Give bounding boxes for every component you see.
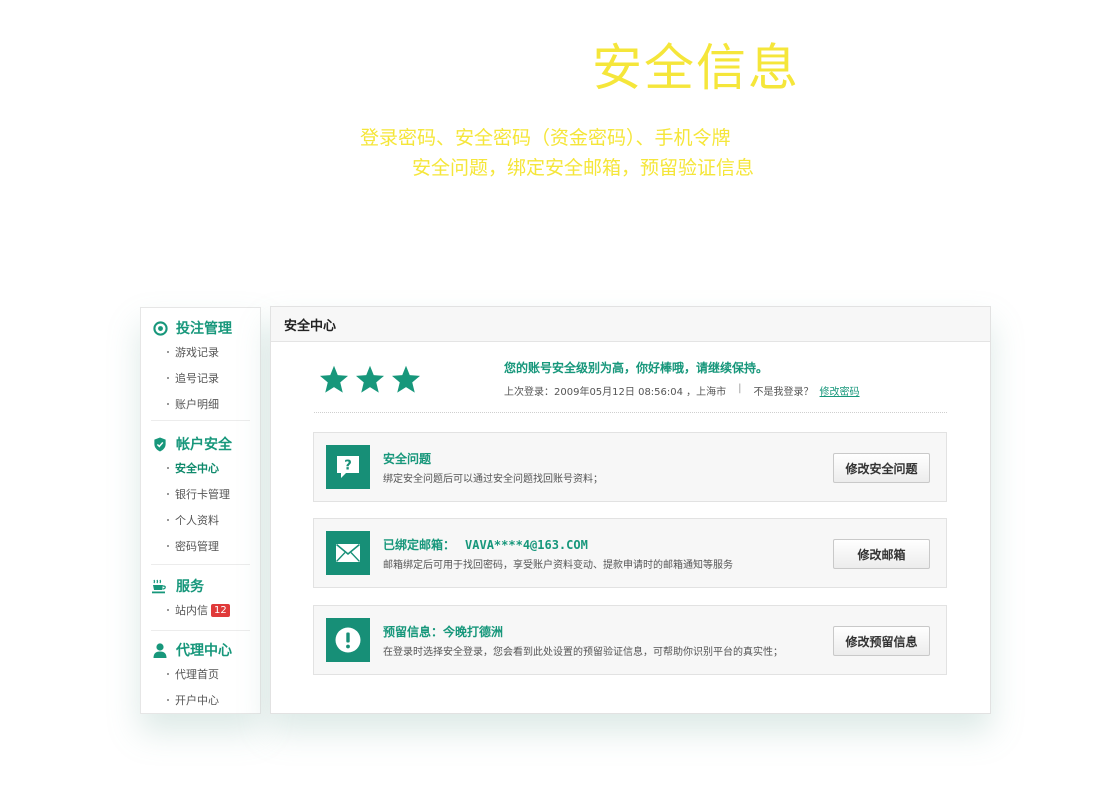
- sidebar-item-account-opening[interactable]: 开户中心: [141, 687, 260, 713]
- sidebar-item-label: 代理首页: [175, 668, 219, 681]
- card-description: 邮箱绑定后可用于找回密码，享受账户资料变动、提款申请时的邮箱通知等服务: [383, 560, 733, 571]
- sidebar-item-game-records[interactable]: 游戏记录: [141, 339, 260, 365]
- card-title: 安全问题: [383, 450, 431, 467]
- sidebar-item-label: 游戏记录: [175, 346, 219, 359]
- sidebar-group-title: 投注管理: [176, 321, 232, 337]
- sidebar-group-agent: 代理中心 代理首页 开户中心: [141, 639, 260, 713]
- sidebar-group-betting: 投注管理 游戏记录 追号记录 账户明细: [141, 317, 260, 417]
- user-icon: [152, 642, 168, 658]
- sidebar-item-messages[interactable]: 站内信 12: [141, 597, 260, 623]
- bullet-dot: [167, 493, 169, 495]
- bullet-dot: [167, 699, 169, 701]
- card-title-text: 预留信息：今晚打德洲: [383, 625, 504, 639]
- change-password-link[interactable]: 修改密码: [820, 383, 860, 398]
- bullet-dot: [167, 467, 169, 469]
- star-icon: [356, 365, 384, 393]
- sidebar-group-header[interactable]: 代理中心: [141, 639, 260, 661]
- sidebar-item-label: 银行卡管理: [175, 488, 230, 501]
- sidebar-item-label: 开户中心: [175, 694, 219, 707]
- security-question-card: ? 安全问题 绑定安全问题后可以通过安全问题找回账号资料； 修改安全问题: [313, 432, 947, 502]
- sidebar: 投注管理 游戏记录 追号记录 账户明细 帐户安全 安全中心 银行卡管理 个人资料…: [140, 307, 261, 714]
- card-title: 预留信息：今晚打德洲: [383, 623, 503, 640]
- sidebar-item-label: 安全中心: [175, 462, 219, 475]
- sidebar-group-service: 服务 站内信 12: [141, 575, 260, 623]
- sidebar-divider: [151, 420, 250, 421]
- sidebar-group-security: 帐户安全 安全中心 银行卡管理 个人资料 密码管理: [141, 433, 260, 559]
- bound-email-value: VAVA****4@163.COM: [465, 538, 588, 552]
- bullet-dot: [167, 377, 169, 379]
- bullet-dot: [167, 673, 169, 675]
- alert-icon: [326, 618, 370, 662]
- email-binding-card: 已绑定邮箱： VAVA****4@163.COM 邮箱绑定后可用于找回密码，享受账…: [313, 518, 947, 588]
- bullet-dot: [167, 609, 169, 611]
- hero-subtitle-line-2: 安全问题，绑定安全邮箱，预留验证信息: [412, 157, 755, 179]
- security-level-message: 您的账号安全级别为高，你好棒哦，请继续保持。: [504, 361, 769, 375]
- cup-icon: [152, 578, 168, 594]
- svg-text:?: ?: [344, 459, 352, 474]
- reserved-info-card: 预留信息：今晚打德洲 在登录时选择安全登录，您会看到此处设置的预留验证信息，可帮…: [313, 605, 947, 675]
- modify-security-question-button[interactable]: 修改安全问题: [833, 453, 930, 483]
- card-title: 已绑定邮箱： VAVA****4@163.COM: [383, 536, 588, 553]
- not-me-text: 不是我登录？: [753, 387, 814, 398]
- bullet-dot: [167, 545, 169, 547]
- sidebar-item-label: 账户明细: [175, 398, 219, 411]
- sidebar-item-label: 个人资料: [175, 514, 219, 527]
- modify-reserved-info-button[interactable]: 修改预留信息: [833, 626, 930, 656]
- sidebar-group-title: 服务: [176, 579, 204, 595]
- card-title-text: 已绑定邮箱：: [383, 538, 456, 552]
- bullet-dot: [167, 351, 169, 353]
- hero-title: 安全信息: [592, 39, 800, 97]
- dotted-divider: [314, 412, 947, 413]
- card-title-text: 安全问题: [383, 452, 432, 466]
- bullet-dot: [167, 403, 169, 405]
- sidebar-group-title: 帐户安全: [176, 437, 232, 453]
- sidebar-item-label: 站内信: [175, 604, 208, 617]
- separator: |: [738, 383, 742, 394]
- sidebar-item-chase-records[interactable]: 追号记录: [141, 365, 260, 391]
- panel-title: 安全中心: [271, 307, 990, 342]
- modify-email-button[interactable]: 修改邮箱: [833, 539, 930, 569]
- sidebar-item-profile[interactable]: 个人资料: [141, 507, 260, 533]
- target-icon: [152, 320, 168, 336]
- sidebar-item-agent-home[interactable]: 代理首页: [141, 661, 260, 687]
- last-login-text: 上次登录：2009年05月12日 08:56:04 ，上海市: [504, 387, 727, 398]
- sidebar-group-header[interactable]: 帐户安全: [141, 433, 260, 455]
- hero-subtitle-line-1: 登录密码、安全密码（资金密码）、手机令牌: [360, 127, 731, 149]
- star-icon: [392, 365, 420, 393]
- question-chat-icon: ?: [326, 445, 370, 489]
- sidebar-item-bank-cards[interactable]: 银行卡管理: [141, 481, 260, 507]
- bullet-dot: [167, 519, 169, 521]
- security-center-panel: 安全中心 您的账号安全级别为高，你好棒哦，请继续保持。 上次登录：2009年05…: [270, 306, 991, 714]
- sidebar-divider: [151, 630, 250, 631]
- sidebar-item-label: 追号记录: [175, 372, 219, 385]
- sidebar-item-security-center[interactable]: 安全中心: [141, 455, 260, 481]
- card-description: 绑定安全问题后可以通过安全问题找回账号资料；: [383, 474, 603, 485]
- sidebar-group-header[interactable]: 投注管理: [141, 317, 260, 339]
- shield-icon: [152, 436, 168, 452]
- sidebar-item-label: 密码管理: [175, 540, 219, 553]
- card-description: 在登录时选择安全登录，您会看到此处设置的预留验证信息，可帮助你识别平台的真实性；: [383, 647, 783, 658]
- last-login-info: 上次登录：2009年05月12日 08:56:04 ，上海市 | 不是我登录？ …: [504, 383, 860, 398]
- sidebar-group-header[interactable]: 服务: [141, 575, 260, 597]
- star-icon: [320, 365, 348, 393]
- security-level-stars: [319, 365, 421, 394]
- unread-count-badge: 12: [211, 603, 230, 617]
- mail-icon: [326, 531, 370, 575]
- sidebar-item-password[interactable]: 密码管理: [141, 533, 260, 559]
- sidebar-group-title: 代理中心: [176, 643, 232, 659]
- sidebar-item-account-details[interactable]: 账户明细: [141, 391, 260, 417]
- sidebar-divider: [151, 564, 250, 565]
